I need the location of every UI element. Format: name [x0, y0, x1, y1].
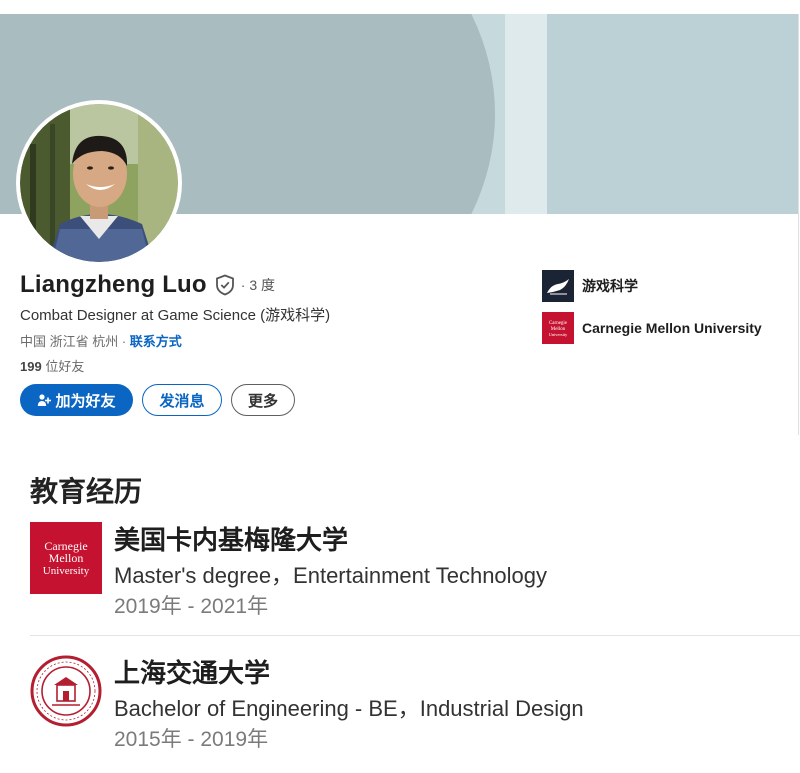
divider — [30, 635, 800, 636]
action-buttons: 加为好友 发消息 更多 — [20, 384, 295, 416]
connection-degree: · 3 度 — [240, 277, 276, 293]
date-range: 2019年 - 2021年 — [114, 595, 269, 618]
education-item-cmu[interactable]: Carnegie Mellon University 美国卡内基梅隆大学 Mas… — [30, 522, 730, 622]
profile-location: 中国 浙江省 杭州 · — [20, 334, 127, 349]
profile-headline: Combat Designer at Game Science (游戏科学) — [20, 307, 331, 324]
cmu-logo-text-1: Carnegie — [549, 321, 568, 326]
current-companies: 游戏科学 Carnegie Mellon University Carnegie… — [542, 270, 762, 354]
friends-count: 199 — [20, 359, 42, 374]
cmu-logo-text-2: Mellon — [49, 551, 84, 565]
message-button[interactable]: 发消息 — [142, 384, 222, 416]
company-game-science[interactable]: 游戏科学 — [542, 270, 762, 302]
avatar[interactable] — [20, 104, 178, 262]
cmu-logo-text-3: University — [43, 565, 90, 577]
degree-field: Master's degree，Entertainment Technology — [114, 563, 548, 588]
friends-label: 位好友 — [45, 359, 85, 374]
company-name: Carnegie Mellon University — [582, 320, 762, 336]
name-row: Liangzheng Luo · 3 度 — [20, 271, 275, 299]
company-cmu[interactable]: Carnegie Mellon University Carnegie Mell… — [542, 312, 762, 344]
cmu-logo-text-3: University — [549, 332, 568, 337]
banner-stripe — [505, 14, 547, 214]
sjtu-seal-logo — [30, 655, 102, 727]
school-name: 美国卡内基梅隆大学 — [114, 525, 349, 555]
education-section-title: 教育经历 — [30, 476, 143, 507]
contact-info-link[interactable]: 联系方式 — [130, 334, 182, 349]
cmu-logo: Carnegie Mellon University — [542, 312, 574, 344]
cmu-logo: Carnegie Mellon University — [30, 522, 102, 594]
profile-card: Liangzheng Luo · 3 度 Combat Designer at … — [0, 14, 799, 435]
shield-check-icon[interactable] — [215, 274, 235, 296]
connect-label: 加为好友 — [55, 392, 116, 410]
banner-panel — [547, 14, 798, 214]
education-item-sjtu[interactable]: 上海交通大学 Bachelor of Engineering - BE，Indu… — [30, 655, 730, 755]
game-science-logo — [542, 270, 574, 302]
connect-button[interactable]: 加为好友 — [20, 384, 133, 416]
school-name: 上海交通大学 — [114, 658, 271, 688]
add-person-icon — [38, 394, 52, 406]
profile-name: Liangzheng Luo — [20, 271, 207, 298]
location-row: 中国 浙江省 杭州 · 联系方式 — [20, 331, 182, 350]
date-range: 2015年 - 2019年 — [114, 728, 269, 751]
more-button[interactable]: 更多 — [231, 384, 295, 416]
company-name: 游戏科学 — [582, 278, 638, 294]
degree-field: Bachelor of Engineering - BE，Industrial … — [114, 696, 584, 721]
friends-count-row[interactable]: 199 位好友 — [20, 356, 84, 375]
